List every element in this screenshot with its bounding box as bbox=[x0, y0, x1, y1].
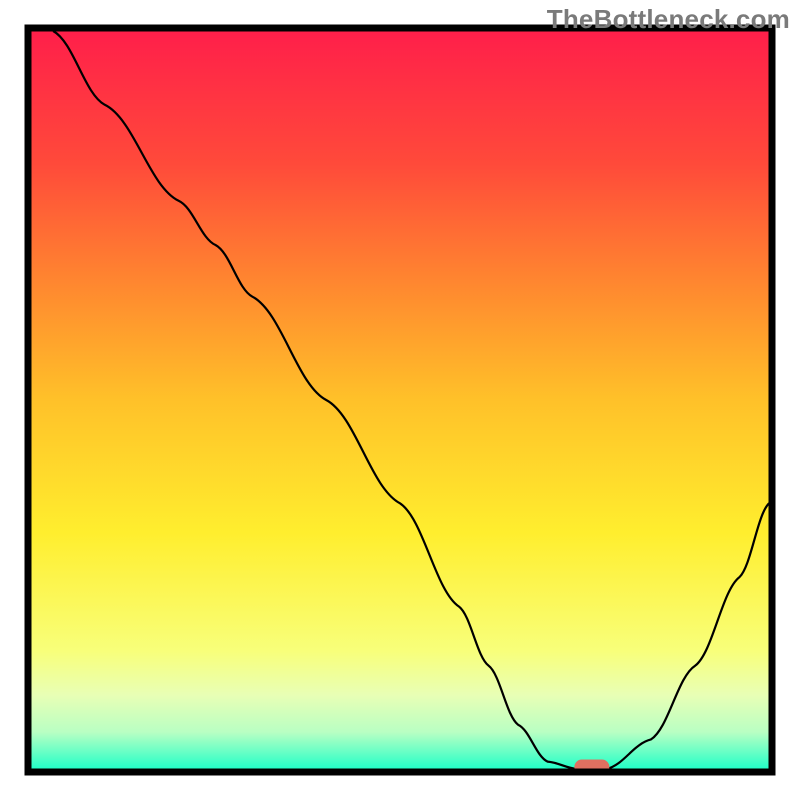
watermark-label: TheBottleneck.com bbox=[547, 4, 790, 35]
chart-canvas bbox=[0, 0, 800, 800]
bottleneck-chart: TheBottleneck.com bbox=[0, 0, 800, 800]
chart-background-gradient bbox=[31, 31, 769, 769]
